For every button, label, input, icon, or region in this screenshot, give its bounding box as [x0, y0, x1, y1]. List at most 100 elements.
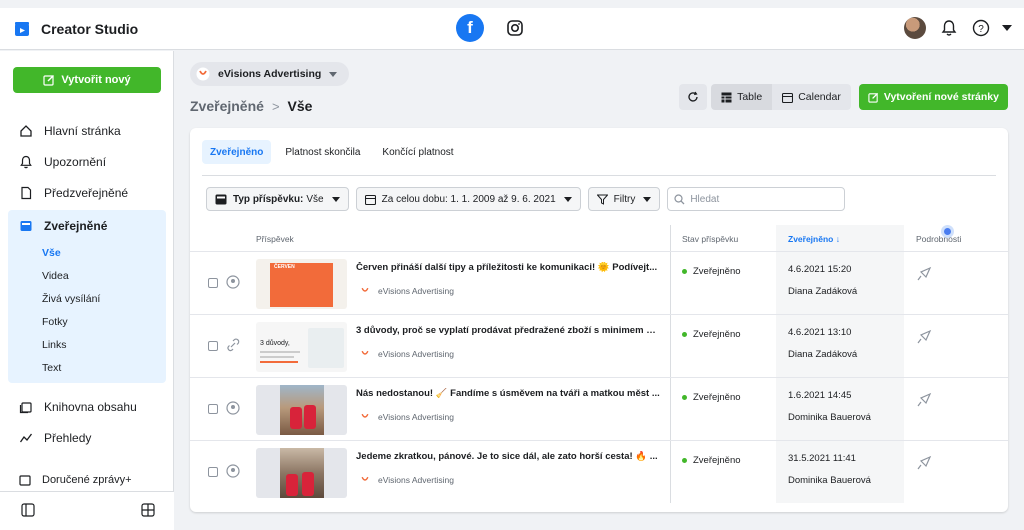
boost-icon[interactable]: [916, 329, 932, 345]
chevron-down-icon: [643, 196, 652, 202]
sidebar-item-library[interactable]: Knihovna obsahu: [8, 391, 166, 422]
status-badge: Zveřejněno: [682, 329, 741, 340]
page-logo-icon: [361, 287, 369, 292]
search-box: [667, 187, 846, 211]
create-new-label: Vytvořit nový: [61, 74, 131, 86]
view-switcher: Table Calendar: [711, 84, 851, 110]
post-title[interactable]: 3 důvody, proč se vyplatí prodávat předr…: [356, 325, 660, 336]
sidebar-item-insights[interactable]: Přehledy: [8, 422, 166, 453]
sidebar-item-home[interactable]: Hlavní stránka: [8, 115, 166, 146]
post-page-name: eVisions Advertising: [378, 349, 454, 359]
published-date: 4.6.2021 13:10: [788, 327, 852, 338]
tab-expired[interactable]: Platnost skončila: [277, 140, 368, 164]
thumbnail-figure: [286, 474, 298, 496]
brand[interactable]: Creator Studio: [0, 21, 330, 37]
insights-icon: [18, 430, 34, 446]
status-badge: Zveřejněno: [682, 455, 741, 466]
table-row[interactable]: Jedeme zkratkou, pánové. Je to sice dál,…: [190, 440, 1008, 503]
post-thumbnail: [256, 385, 347, 435]
post-page: eVisions Advertising: [360, 286, 454, 296]
thumbnail-graphic: [308, 328, 344, 368]
sidebar-subitem-videos[interactable]: Videa: [8, 264, 166, 287]
table-view-button[interactable]: Table: [711, 84, 773, 110]
page-logo-icon: [361, 476, 369, 481]
bell-icon[interactable]: [940, 19, 958, 37]
document-icon: [18, 185, 34, 201]
post-type-filter-label: Typ příspěvku:: [233, 193, 304, 205]
help-icon[interactable]: ?: [972, 19, 990, 37]
photo-post-icon: [226, 275, 240, 289]
published-by: Diana Zadáková: [788, 349, 858, 360]
collapse-sidebar-icon[interactable]: [20, 502, 36, 518]
inbox-icon: [19, 475, 31, 486]
facebook-icon[interactable]: f: [456, 14, 484, 42]
sidebar-item-inbox[interactable]: Doručené zprávy+: [18, 473, 132, 487]
calendar-view-label: Calendar: [798, 91, 841, 103]
table-row[interactable]: Nás nedostanou! 🧹 Fandíme s úsměvem na t…: [190, 377, 1008, 440]
row-checkbox[interactable]: [208, 341, 218, 351]
svg-text:?: ?: [978, 24, 984, 35]
date-range-filter[interactable]: Za celou dobu: 1. 1. 2009 až 9. 6. 2021: [355, 187, 581, 211]
create-new-button[interactable]: Vytvořit nový: [13, 67, 161, 93]
post-title[interactable]: Nás nedostanou! 🧹 Fandíme s úsměvem na t…: [356, 388, 660, 399]
column-header-published[interactable]: Zveřejněno ↓: [788, 234, 840, 244]
photo-post-icon: [226, 464, 240, 478]
avatar[interactable]: [904, 17, 926, 39]
sidebar-subitem-photos[interactable]: Fotky: [8, 310, 166, 333]
notification-dot: [944, 228, 951, 235]
refresh-button[interactable]: [679, 84, 708, 110]
table-row[interactable]: ČERVEN Červen přináší další tipy a příle…: [190, 251, 1008, 314]
post-type-filter[interactable]: Typ příspěvku: Vše: [206, 187, 349, 211]
sidebar-item-label: Hlavní stránka: [44, 123, 121, 138]
page-selector-label: eVisions Advertising: [218, 68, 322, 80]
page-selector[interactable]: eVisions Advertising: [190, 62, 350, 86]
thumbnail-line: [260, 356, 294, 358]
sidebar-subitem-text[interactable]: Text: [8, 356, 166, 379]
grid-icon[interactable]: [140, 502, 156, 518]
row-checkbox[interactable]: [208, 278, 218, 288]
post-title[interactable]: Jedeme zkratkou, pánové. Je to sice dál,…: [356, 451, 660, 462]
column-header-details[interactable]: Podrobnosti: [916, 234, 961, 244]
tab-expiring[interactable]: Končící platnost: [374, 140, 461, 164]
tab-published[interactable]: Zveřejněno: [202, 140, 272, 164]
sidebar-item-published[interactable]: Zveřejněné: [8, 210, 166, 241]
boost-icon[interactable]: [916, 266, 932, 282]
post-page: eVisions Advertising: [360, 475, 454, 485]
boost-icon[interactable]: [916, 455, 932, 471]
bell-icon: [18, 154, 34, 170]
edit-icon: [868, 92, 878, 103]
sidebar-item-label: Přehledy: [44, 430, 92, 445]
page-logo-icon: [196, 67, 210, 81]
refresh-icon: [688, 91, 698, 102]
page-logo-icon: [361, 350, 369, 355]
post-thumbnail: [256, 448, 347, 498]
column-header-status[interactable]: Stav příspěvku: [682, 234, 738, 244]
search-input[interactable]: [690, 193, 841, 205]
sidebar-item-scheduled[interactable]: Předzveřejněné: [8, 177, 166, 208]
sidebar-item-label: Předzveřejněné: [44, 185, 129, 200]
post-title[interactable]: Červen přináší další tipy a příležitosti…: [356, 262, 660, 273]
instagram-icon[interactable]: [506, 19, 524, 37]
calendar-icon: [364, 194, 376, 205]
breadcrumb-parent[interactable]: Zveřejněné: [190, 98, 264, 114]
view-toolbar: Table Calendar Vytvoření nové stránky: [679, 84, 1008, 110]
row-checkbox[interactable]: [208, 467, 218, 477]
library-icon: [18, 399, 34, 415]
post-page-name: eVisions Advertising: [378, 475, 454, 485]
sidebar-item-notifications[interactable]: Upozornění: [8, 146, 166, 177]
row-checkbox[interactable]: [208, 404, 218, 414]
calendar-view-button[interactable]: Calendar: [772, 84, 851, 110]
sidebar-subitem-all[interactable]: Vše: [8, 241, 166, 264]
caret-down-icon[interactable]: [1002, 25, 1012, 31]
create-page-button[interactable]: Vytvoření nové stránky: [858, 84, 1008, 110]
sidebar-item-label: Zveřejněné: [44, 218, 108, 233]
column-header-post[interactable]: Příspěvek: [256, 234, 294, 244]
filters-button[interactable]: Filtry: [587, 187, 661, 211]
sidebar-footer: [0, 491, 174, 530]
posts-icon: [18, 218, 34, 234]
sidebar-subitem-live[interactable]: Živá vysílání: [8, 287, 166, 310]
table-row[interactable]: 3 důvody, 3 důvody, proč se vyplatí prod…: [190, 314, 1008, 377]
boost-icon[interactable]: [916, 392, 932, 408]
sidebar-subitem-links[interactable]: Links: [8, 333, 166, 356]
calendar-icon: [782, 92, 794, 103]
